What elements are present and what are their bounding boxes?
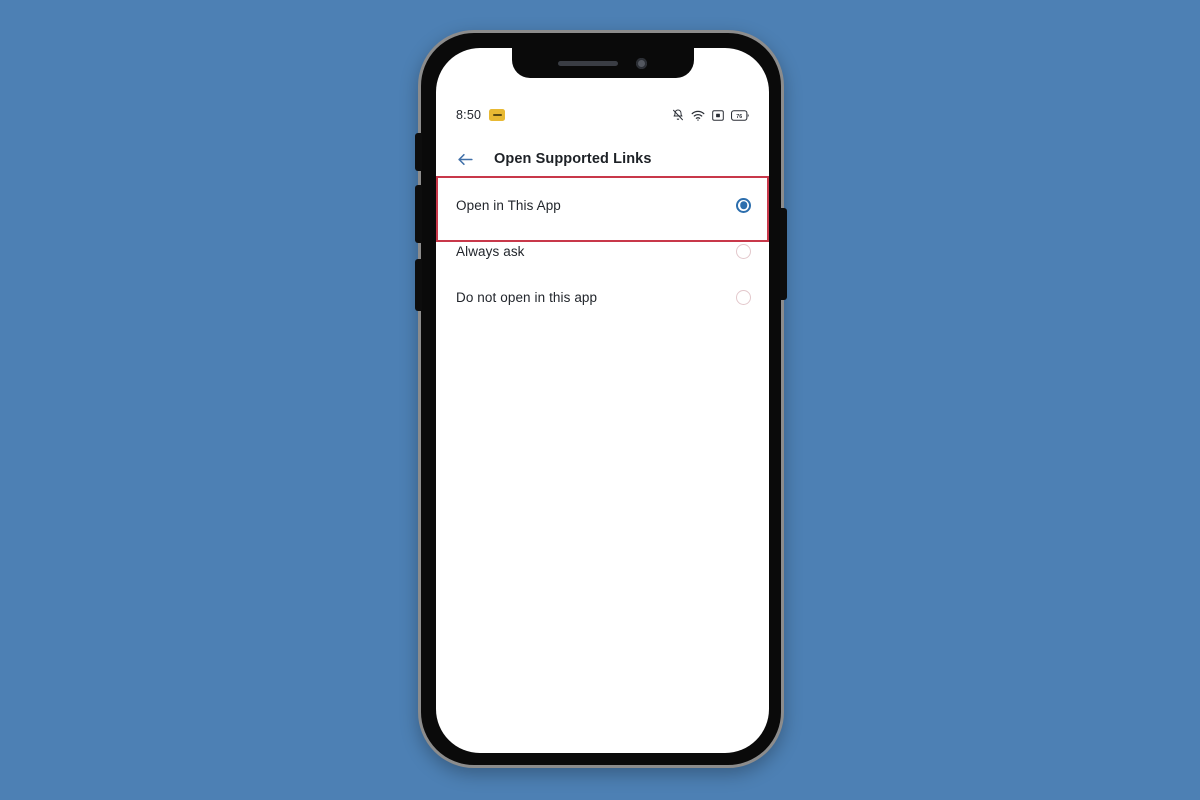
radio-open-in-this-app[interactable] — [736, 197, 751, 213]
status-bar-left: 8:50 — [456, 108, 506, 122]
wifi-icon — [691, 110, 705, 121]
option-label: Open in This App — [456, 197, 561, 213]
back-button[interactable] — [454, 148, 476, 170]
display-notch — [511, 48, 694, 78]
status-bar-right: 76 — [672, 109, 749, 121]
front-camera-icon — [636, 57, 647, 69]
note-chip-icon — [489, 109, 506, 121]
open-supported-links-options: Open in This App Always ask Do not open … — [436, 182, 769, 320]
phone-device-frame: 8:50 76 Open Supported Links Open in Thi… — [415, 30, 787, 768]
volume-down-button[interactable] — [415, 259, 422, 311]
phone-screen: 8:50 76 Open Supported Links Open in Thi… — [436, 48, 769, 753]
option-label: Do not open in this app — [456, 289, 598, 305]
option-row-open-in-this-app[interactable]: Open in This App — [436, 182, 769, 228]
silent-switch[interactable] — [415, 133, 422, 171]
status-bar-clock: 8:50 — [456, 108, 482, 122]
arrow-left-icon — [457, 153, 473, 165]
screen-cast-icon — [712, 109, 724, 121]
page-title: Open Supported Links — [494, 151, 652, 167]
volume-up-button[interactable] — [415, 185, 422, 243]
notifications-silenced-icon — [673, 109, 683, 121]
status-bar: 8:50 76 — [436, 104, 769, 126]
radio-always-ask[interactable] — [736, 243, 751, 259]
option-row-do-not-open[interactable]: Do not open in this app — [436, 274, 769, 320]
option-label: Always ask — [456, 243, 525, 259]
app-bar: Open Supported Links — [436, 140, 769, 178]
earpiece-speaker-icon — [558, 60, 618, 66]
battery-icon: 76 — [731, 109, 749, 121]
power-button[interactable] — [780, 208, 787, 300]
radio-do-not-open-in-this-app[interactable] — [736, 289, 751, 305]
option-row-always-ask[interactable]: Always ask — [436, 228, 769, 274]
battery-level-label: 76 — [736, 113, 742, 119]
screenshot-canvas: 8:50 76 Open Supported Links Open in Thi… — [0, 0, 1200, 800]
